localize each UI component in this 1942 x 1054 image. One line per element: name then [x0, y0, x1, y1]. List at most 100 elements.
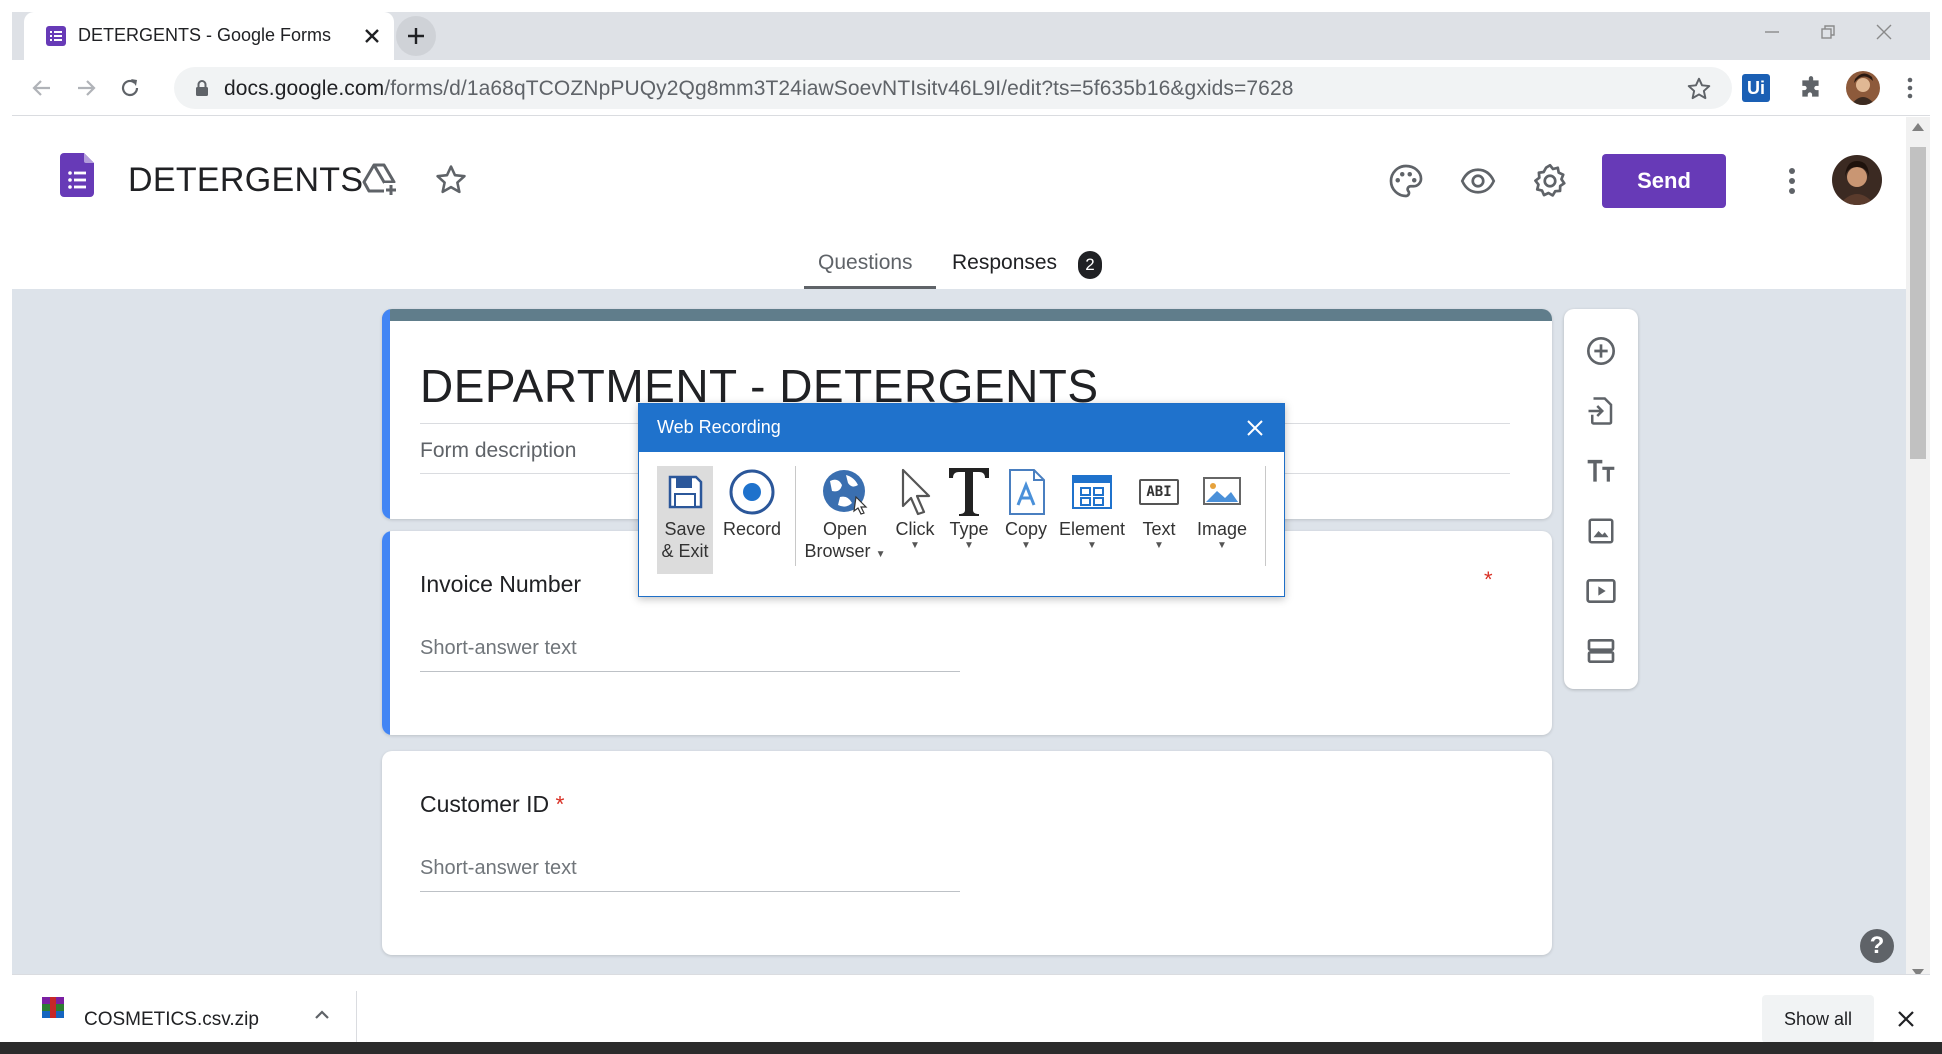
- selected-accent: [382, 531, 390, 735]
- short-answer-placeholder: Short-answer text: [420, 857, 577, 879]
- dropdown-caret-icon: ▼: [1021, 540, 1031, 551]
- required-asterisk: *: [1484, 567, 1493, 592]
- back-button[interactable]: [24, 70, 60, 106]
- move-to-drive-icon[interactable]: [362, 161, 400, 199]
- record-button[interactable]: Record: [719, 466, 785, 574]
- click-button[interactable]: Click ▼: [889, 466, 941, 574]
- toolbar-separator: [1265, 466, 1266, 566]
- copy-icon: [1000, 466, 1052, 518]
- cursor-icon: [889, 466, 941, 518]
- scroll-thumb[interactable]: [1910, 147, 1926, 459]
- more-options-icon[interactable]: [1774, 163, 1810, 199]
- text-icon: ABI: [1133, 466, 1185, 518]
- add-video-icon[interactable]: [1581, 571, 1621, 611]
- forms-favicon-icon: [44, 24, 68, 48]
- forward-button[interactable]: [68, 70, 104, 106]
- dialog-title: Web Recording: [657, 417, 781, 437]
- web-recording-dialog: Web Recording Save & Exit Record Open Br…: [638, 403, 1285, 597]
- extensions-puzzle-icon[interactable]: [1798, 75, 1824, 101]
- tab-close-icon[interactable]: [360, 24, 384, 48]
- settings-gear-icon[interactable]: [1532, 163, 1568, 199]
- lock-icon: [192, 78, 212, 98]
- address-bar[interactable]: docs.google.com/forms/d/1a68qTCOZNpPUQy2…: [174, 67, 1732, 109]
- element-icon: [1066, 466, 1118, 518]
- tab-responses[interactable]: Responses: [952, 251, 1057, 275]
- zip-archive-icon: [40, 995, 66, 1021]
- text-button[interactable]: ABI Text ▼: [1133, 466, 1185, 574]
- download-file-name[interactable]: COSMETICS.csv.zip: [84, 1009, 259, 1031]
- add-title-icon[interactable]: [1581, 451, 1621, 491]
- form-canvas: DEPARTMENT - DETERGENTS Form description…: [12, 289, 1906, 986]
- dialog-close-icon[interactable]: [1243, 416, 1267, 440]
- element-button[interactable]: Element ▼: [1057, 466, 1127, 574]
- floating-add-toolbar: [1564, 309, 1638, 689]
- question-title[interactable]: Customer ID *: [420, 791, 564, 818]
- add-question-icon[interactable]: [1581, 331, 1621, 371]
- palette-icon[interactable]: [1388, 163, 1424, 199]
- forms-tabs: Questions Responses 2: [12, 237, 1906, 289]
- toolbar-separator: [795, 466, 796, 566]
- arrow-right-icon: [78, 80, 96, 96]
- dropdown-caret-icon: ▼: [1154, 540, 1164, 551]
- save-icon: [659, 466, 711, 518]
- profile-avatar[interactable]: [1846, 71, 1880, 105]
- dialog-titlebar[interactable]: Web Recording: [639, 404, 1284, 452]
- browser-toolbar: docs.google.com/forms/d/1a68qTCOZNpPUQy2…: [12, 60, 1930, 116]
- account-avatar[interactable]: [1832, 155, 1882, 205]
- type-icon: [943, 466, 995, 518]
- answer-underline: [420, 891, 960, 892]
- show-all-button[interactable]: Show all: [1762, 995, 1874, 1043]
- dropdown-caret-icon: ▼: [1087, 540, 1097, 551]
- new-tab-button[interactable]: [396, 16, 436, 56]
- plus-icon: [408, 28, 424, 44]
- theme-band: [382, 309, 1552, 321]
- reload-icon: [121, 79, 139, 97]
- page-scrollbar[interactable]: [1906, 117, 1930, 986]
- globe-icon: [819, 466, 871, 518]
- restore-button[interactable]: [1798, 12, 1858, 52]
- add-image-icon[interactable]: [1581, 511, 1621, 551]
- bookmark-star-icon[interactable]: [1686, 76, 1712, 102]
- help-button[interactable]: ?: [1860, 929, 1894, 963]
- selected-accent: [382, 309, 390, 519]
- open-browser-button[interactable]: Open Browser ▼: [805, 466, 885, 574]
- minimize-button[interactable]: [1742, 12, 1802, 52]
- close-window-button[interactable]: [1854, 12, 1914, 52]
- url-text: docs.google.com/forms/d/1a68qTCOZNpPUQy2…: [224, 77, 1294, 100]
- restore-icon: [1821, 25, 1835, 39]
- short-answer-placeholder: Short-answer text: [420, 637, 577, 659]
- preview-eye-icon[interactable]: [1460, 163, 1496, 199]
- question-title[interactable]: Invoice Number: [420, 571, 581, 598]
- save-exit-button[interactable]: Save & Exit: [657, 466, 713, 574]
- star-icon[interactable]: [434, 163, 468, 197]
- question-card-customer-id[interactable]: Customer ID * Short-answer text: [382, 751, 1552, 955]
- reload-button[interactable]: [112, 70, 148, 106]
- send-button[interactable]: Send: [1602, 154, 1726, 208]
- form-description-field[interactable]: Form description: [420, 439, 576, 463]
- scroll-up-arrow-icon[interactable]: [1912, 123, 1924, 131]
- close-download-bar-icon[interactable]: [1896, 1009, 1916, 1029]
- answer-underline: [420, 671, 960, 672]
- copy-button[interactable]: Copy ▼: [999, 466, 1053, 574]
- tab-questions[interactable]: Questions: [818, 251, 913, 275]
- dropdown-caret-icon: ▼: [1217, 540, 1227, 551]
- tab-title: DETERGENTS - Google Forms: [78, 25, 332, 45]
- chevron-up-icon[interactable]: [312, 1005, 332, 1025]
- forms-header: DETERGENTS Send Questions Responses 2: [12, 117, 1906, 289]
- required-asterisk: *: [555, 791, 565, 817]
- tab-strip: DETERGENTS - Google Forms: [12, 12, 1930, 60]
- forms-logo-icon[interactable]: [60, 153, 96, 197]
- image-icon: [1196, 466, 1248, 518]
- add-section-icon[interactable]: [1581, 631, 1621, 671]
- browser-tab[interactable]: DETERGENTS - Google Forms: [24, 12, 394, 60]
- uipath-extension-icon[interactable]: Ui: [1742, 74, 1770, 102]
- taskbar-strip: [0, 1042, 1942, 1054]
- close-icon: [1876, 24, 1892, 40]
- record-icon: [726, 466, 778, 518]
- image-button[interactable]: Image ▼: [1189, 466, 1255, 574]
- chrome-menu-icon[interactable]: [1896, 74, 1924, 102]
- import-questions-icon[interactable]: [1581, 391, 1621, 431]
- document-title[interactable]: DETERGENTS: [128, 161, 363, 200]
- minimize-icon: [1765, 31, 1779, 33]
- type-button[interactable]: Type ▼: [943, 466, 995, 574]
